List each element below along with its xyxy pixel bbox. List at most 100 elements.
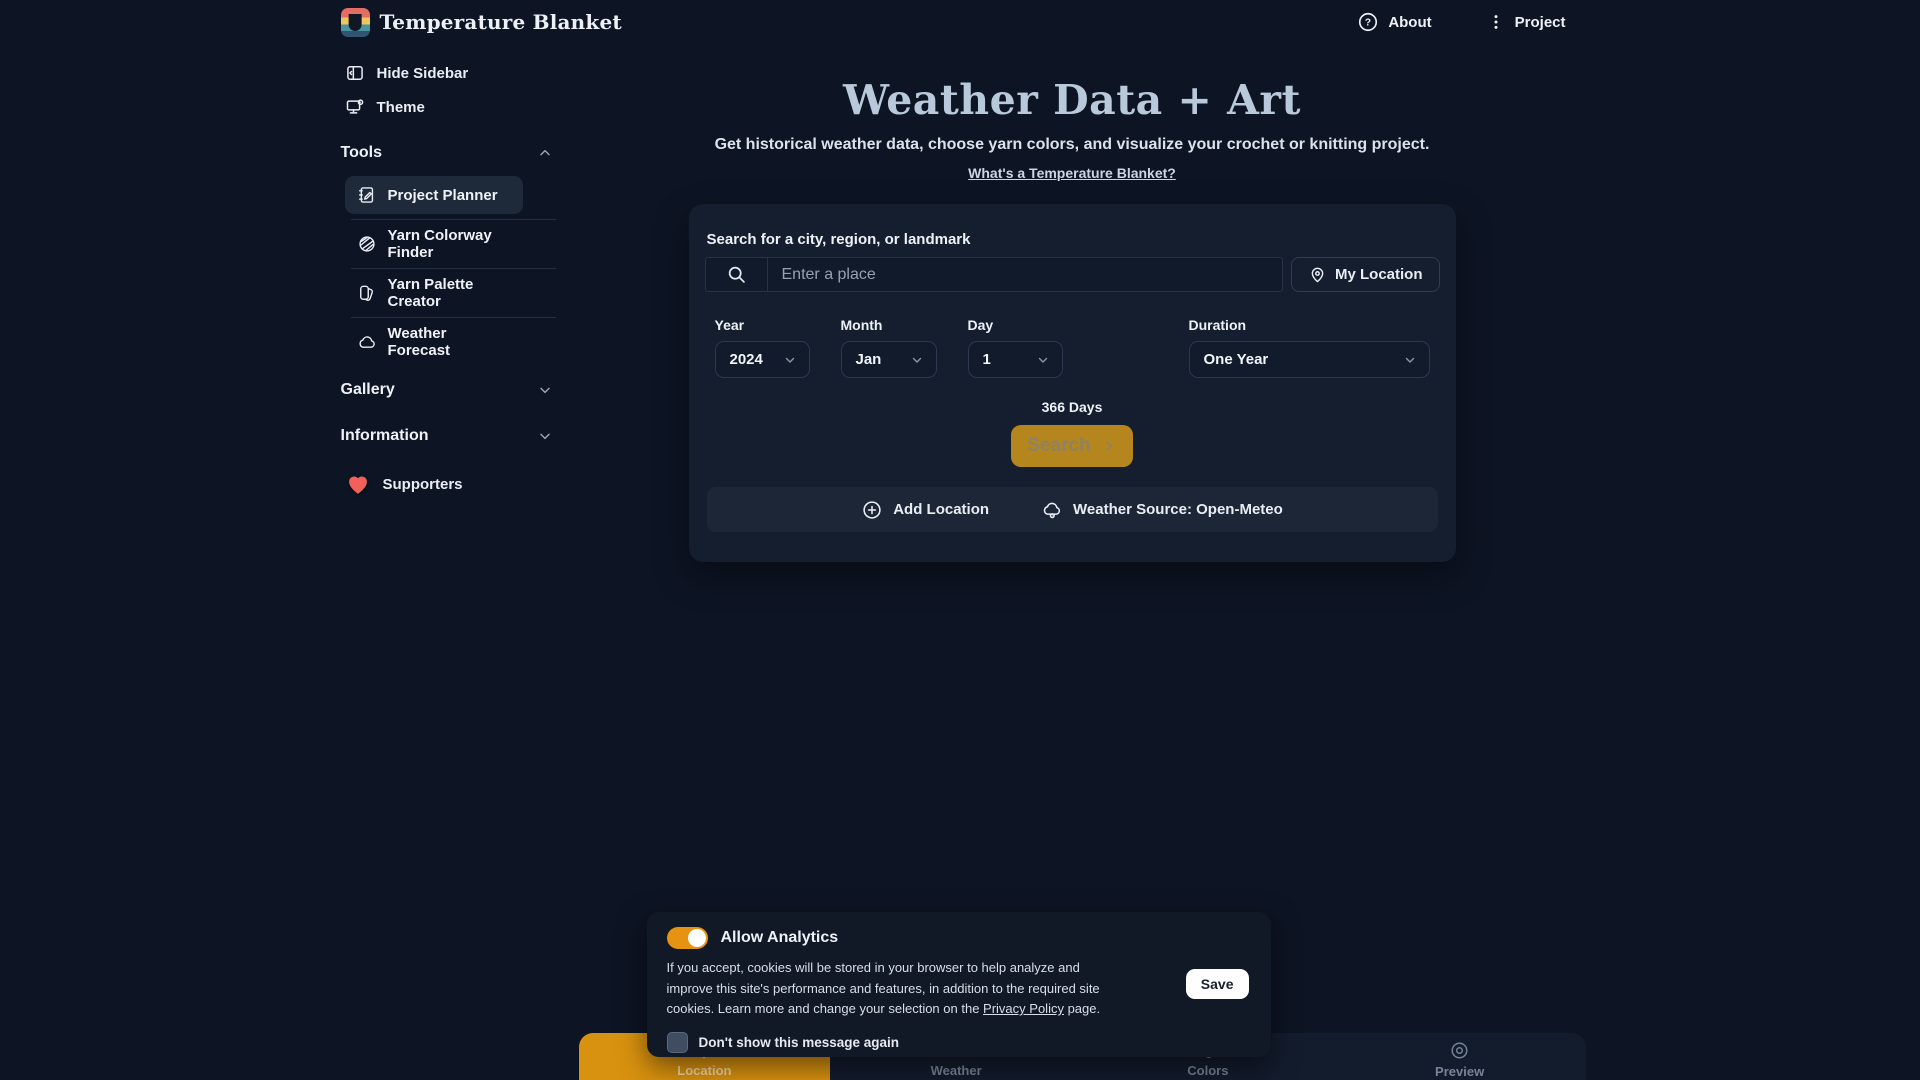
- year-value: 2024: [730, 351, 763, 368]
- cloud-icon: [357, 332, 377, 352]
- question-seal-icon: ?: [1357, 11, 1379, 33]
- cloud-gear-icon: [1041, 499, 1063, 521]
- project-planner-icon: [357, 185, 377, 205]
- dont-show-again-label: Don't show this message again: [699, 1035, 900, 1050]
- page-subtitle: Get historical weather data, choose yarn…: [559, 136, 1586, 154]
- year-select[interactable]: 2024: [715, 341, 810, 378]
- page-title: Weather Data + Art: [559, 76, 1586, 124]
- app-logo-home[interactable]: Temperature Blanket: [341, 8, 622, 37]
- add-location-label: Add Location: [893, 501, 989, 518]
- card-footer-bar: Add Location Weather Source: Open-Meteo: [707, 487, 1438, 532]
- cookie-text-part2: page.: [1064, 1001, 1100, 1016]
- plus-circle-icon: [861, 499, 883, 521]
- theme-button[interactable]: Theme: [339, 90, 559, 124]
- sidebar-item-yarn-colorway-finder[interactable]: Yarn Colorway Finder: [345, 225, 523, 263]
- analytics-toggle-row: Allow Analytics: [667, 927, 1251, 949]
- year-field: Year 2024: [715, 317, 810, 378]
- weather-source-label: Weather Source: Open-Meteo: [1073, 501, 1283, 518]
- place-search-input[interactable]: [768, 258, 1282, 291]
- month-label: Month: [841, 317, 937, 333]
- day-value: 1: [983, 351, 991, 368]
- chevron-up-icon: [537, 145, 553, 161]
- svg-text:?: ?: [1365, 18, 1371, 29]
- about-button[interactable]: ? About: [1357, 11, 1431, 33]
- allow-analytics-toggle[interactable]: [667, 927, 708, 949]
- day-field: Day 1: [968, 317, 1063, 378]
- date-fields-row: Year 2024 Month Jan: [705, 317, 1440, 378]
- information-header-label: Information: [341, 427, 429, 445]
- search-row: My Location: [705, 257, 1440, 292]
- whats-a-temperature-blanket-link[interactable]: What's a Temperature Blanket?: [968, 165, 1176, 181]
- days-count-text: 366 Days: [705, 399, 1440, 415]
- theme-monitor-gear-icon: [345, 97, 365, 117]
- gallery-header-label: Gallery: [341, 381, 395, 399]
- allow-analytics-label: Allow Analytics: [721, 929, 839, 947]
- my-location-label: My Location: [1335, 266, 1423, 283]
- divider: [351, 219, 556, 220]
- chevron-down-icon: [1036, 353, 1050, 367]
- month-field: Month Jan: [841, 317, 937, 378]
- day-select[interactable]: 1: [968, 341, 1063, 378]
- divider: [351, 268, 556, 269]
- gallery-section-toggle[interactable]: Gallery: [339, 373, 559, 407]
- yarn-ball-icon: [357, 234, 377, 254]
- cookie-consent-banner: Allow Analytics If you accept, cookies w…: [647, 912, 1271, 1057]
- sidebar: Hide Sidebar Theme Tools: [335, 44, 559, 562]
- tab-colors-label: Colors: [1187, 1063, 1228, 1078]
- chevron-down-icon: [1403, 353, 1417, 367]
- sidebar-item-yarn-palette-creator[interactable]: Yarn Palette Creator: [345, 274, 523, 312]
- sidebar-item-project-planner[interactable]: Project Planner: [345, 176, 523, 214]
- search-icon: [706, 258, 768, 291]
- save-button[interactable]: Save: [1186, 969, 1249, 999]
- about-label: About: [1388, 14, 1431, 31]
- month-select[interactable]: Jan: [841, 341, 937, 378]
- duration-select[interactable]: One Year: [1189, 341, 1430, 378]
- tool-label: Project Planner: [388, 187, 498, 204]
- chevron-down-icon: [537, 382, 553, 398]
- eye-icon: [1449, 1040, 1470, 1061]
- temperature-blanket-logo-icon: [341, 8, 370, 37]
- project-label: Project: [1515, 14, 1566, 31]
- project-menu-button[interactable]: Project: [1486, 12, 1566, 32]
- chevron-down-icon: [537, 428, 553, 444]
- search-button[interactable]: Search: [1011, 425, 1133, 467]
- tool-label: Yarn Colorway Finder: [388, 227, 511, 261]
- dont-show-again-row[interactable]: Don't show this message again: [667, 1032, 1251, 1053]
- theme-label: Theme: [377, 99, 425, 116]
- tab-location-label: Location: [677, 1063, 731, 1078]
- month-value: Jan: [856, 351, 882, 368]
- cookie-banner-text: If you accept, cookies will be stored in…: [667, 958, 1101, 1020]
- divider: [351, 317, 556, 318]
- header-actions: ? About Project: [1357, 11, 1579, 33]
- main-content: Weather Data + Art Get historical weathe…: [559, 44, 1586, 562]
- my-location-button[interactable]: My Location: [1291, 257, 1440, 292]
- search-button-label: Search: [1027, 435, 1090, 457]
- search-section-label: Search for a city, region, or landmark: [705, 231, 1440, 248]
- duration-field: Duration One Year: [1189, 317, 1430, 378]
- tools-section-toggle[interactable]: Tools: [339, 136, 559, 170]
- heart-icon: [345, 471, 371, 497]
- chevron-down-icon: [783, 353, 797, 367]
- chevron-down-icon: [910, 353, 924, 367]
- day-label: Day: [968, 317, 1063, 333]
- hide-sidebar-button[interactable]: Hide Sidebar: [339, 56, 559, 90]
- sidebar-item-weather-forecast[interactable]: Weather Forecast: [345, 323, 523, 361]
- duration-value: One Year: [1204, 351, 1269, 368]
- tab-preview-label: Preview: [1435, 1064, 1484, 1079]
- app-title: Temperature Blanket: [380, 10, 622, 34]
- location-search-card: Search for a city, region, or landmark: [689, 204, 1456, 562]
- weather-source-button[interactable]: Weather Source: Open-Meteo: [1041, 499, 1283, 521]
- sidebar-item-supporters[interactable]: Supporters: [339, 467, 559, 501]
- chevron-right-icon: [1101, 438, 1117, 454]
- dont-show-again-checkbox[interactable]: [667, 1032, 688, 1053]
- place-search-box: [705, 257, 1283, 292]
- tab-weather-label: Weather: [931, 1063, 982, 1078]
- tab-preview[interactable]: Preview: [1334, 1033, 1586, 1080]
- information-section-toggle[interactable]: Information: [339, 419, 559, 453]
- tools-header-label: Tools: [341, 144, 382, 162]
- top-header: Temperature Blanket ? About Project: [335, 0, 1586, 44]
- add-location-button[interactable]: Add Location: [861, 499, 989, 521]
- privacy-policy-link[interactable]: Privacy Policy: [983, 1001, 1064, 1016]
- palette-swatches-icon: [357, 283, 377, 303]
- supporters-label: Supporters: [383, 476, 463, 493]
